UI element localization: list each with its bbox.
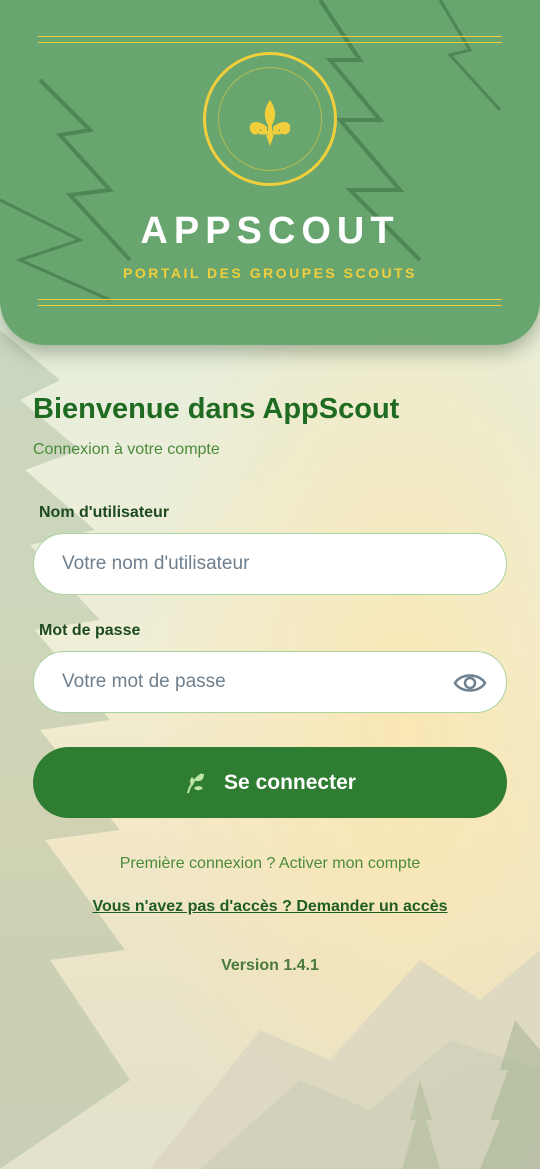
top-gold-line-2: [38, 42, 502, 43]
password-input[interactable]: [33, 651, 507, 713]
login-screen: APPSCOUT PORTAIL DES GROUPES SCOUTS Bien…: [0, 0, 540, 1169]
app-version: Version 1.4.1: [221, 957, 319, 974]
header-banner: APPSCOUT PORTAIL DES GROUPES SCOUTS: [0, 0, 540, 345]
activate-account-link[interactable]: Première connexion ? Activer mon compte: [0, 855, 540, 873]
request-access-link[interactable]: Vous n'avez pas d'accès ? Demander un ac…: [0, 898, 540, 916]
login-button[interactable]: Se connecter: [33, 747, 507, 818]
password-label: Mot de passe: [39, 622, 141, 639]
eye-icon[interactable]: [453, 669, 487, 697]
welcome-subtitle: Connexion à votre compte: [33, 441, 220, 458]
username-label: Nom d'utilisateur: [39, 504, 170, 521]
bottom-gold-line-2: [38, 305, 502, 306]
welcome-title: Bienvenue dans AppScout: [33, 393, 400, 425]
login-button-label: Se connecter: [224, 770, 356, 794]
fleur-de-lis-icon: [249, 100, 291, 146]
username-input[interactable]: [33, 533, 507, 595]
app-title: APPSCOUT: [140, 210, 400, 252]
scout-emblem: [203, 52, 337, 186]
top-gold-line-1: [38, 36, 502, 37]
bottom-gold-line-1: [38, 299, 502, 300]
app-tagline: PORTAIL DES GROUPES SCOUTS: [123, 265, 417, 281]
leaf-icon: [187, 772, 205, 793]
